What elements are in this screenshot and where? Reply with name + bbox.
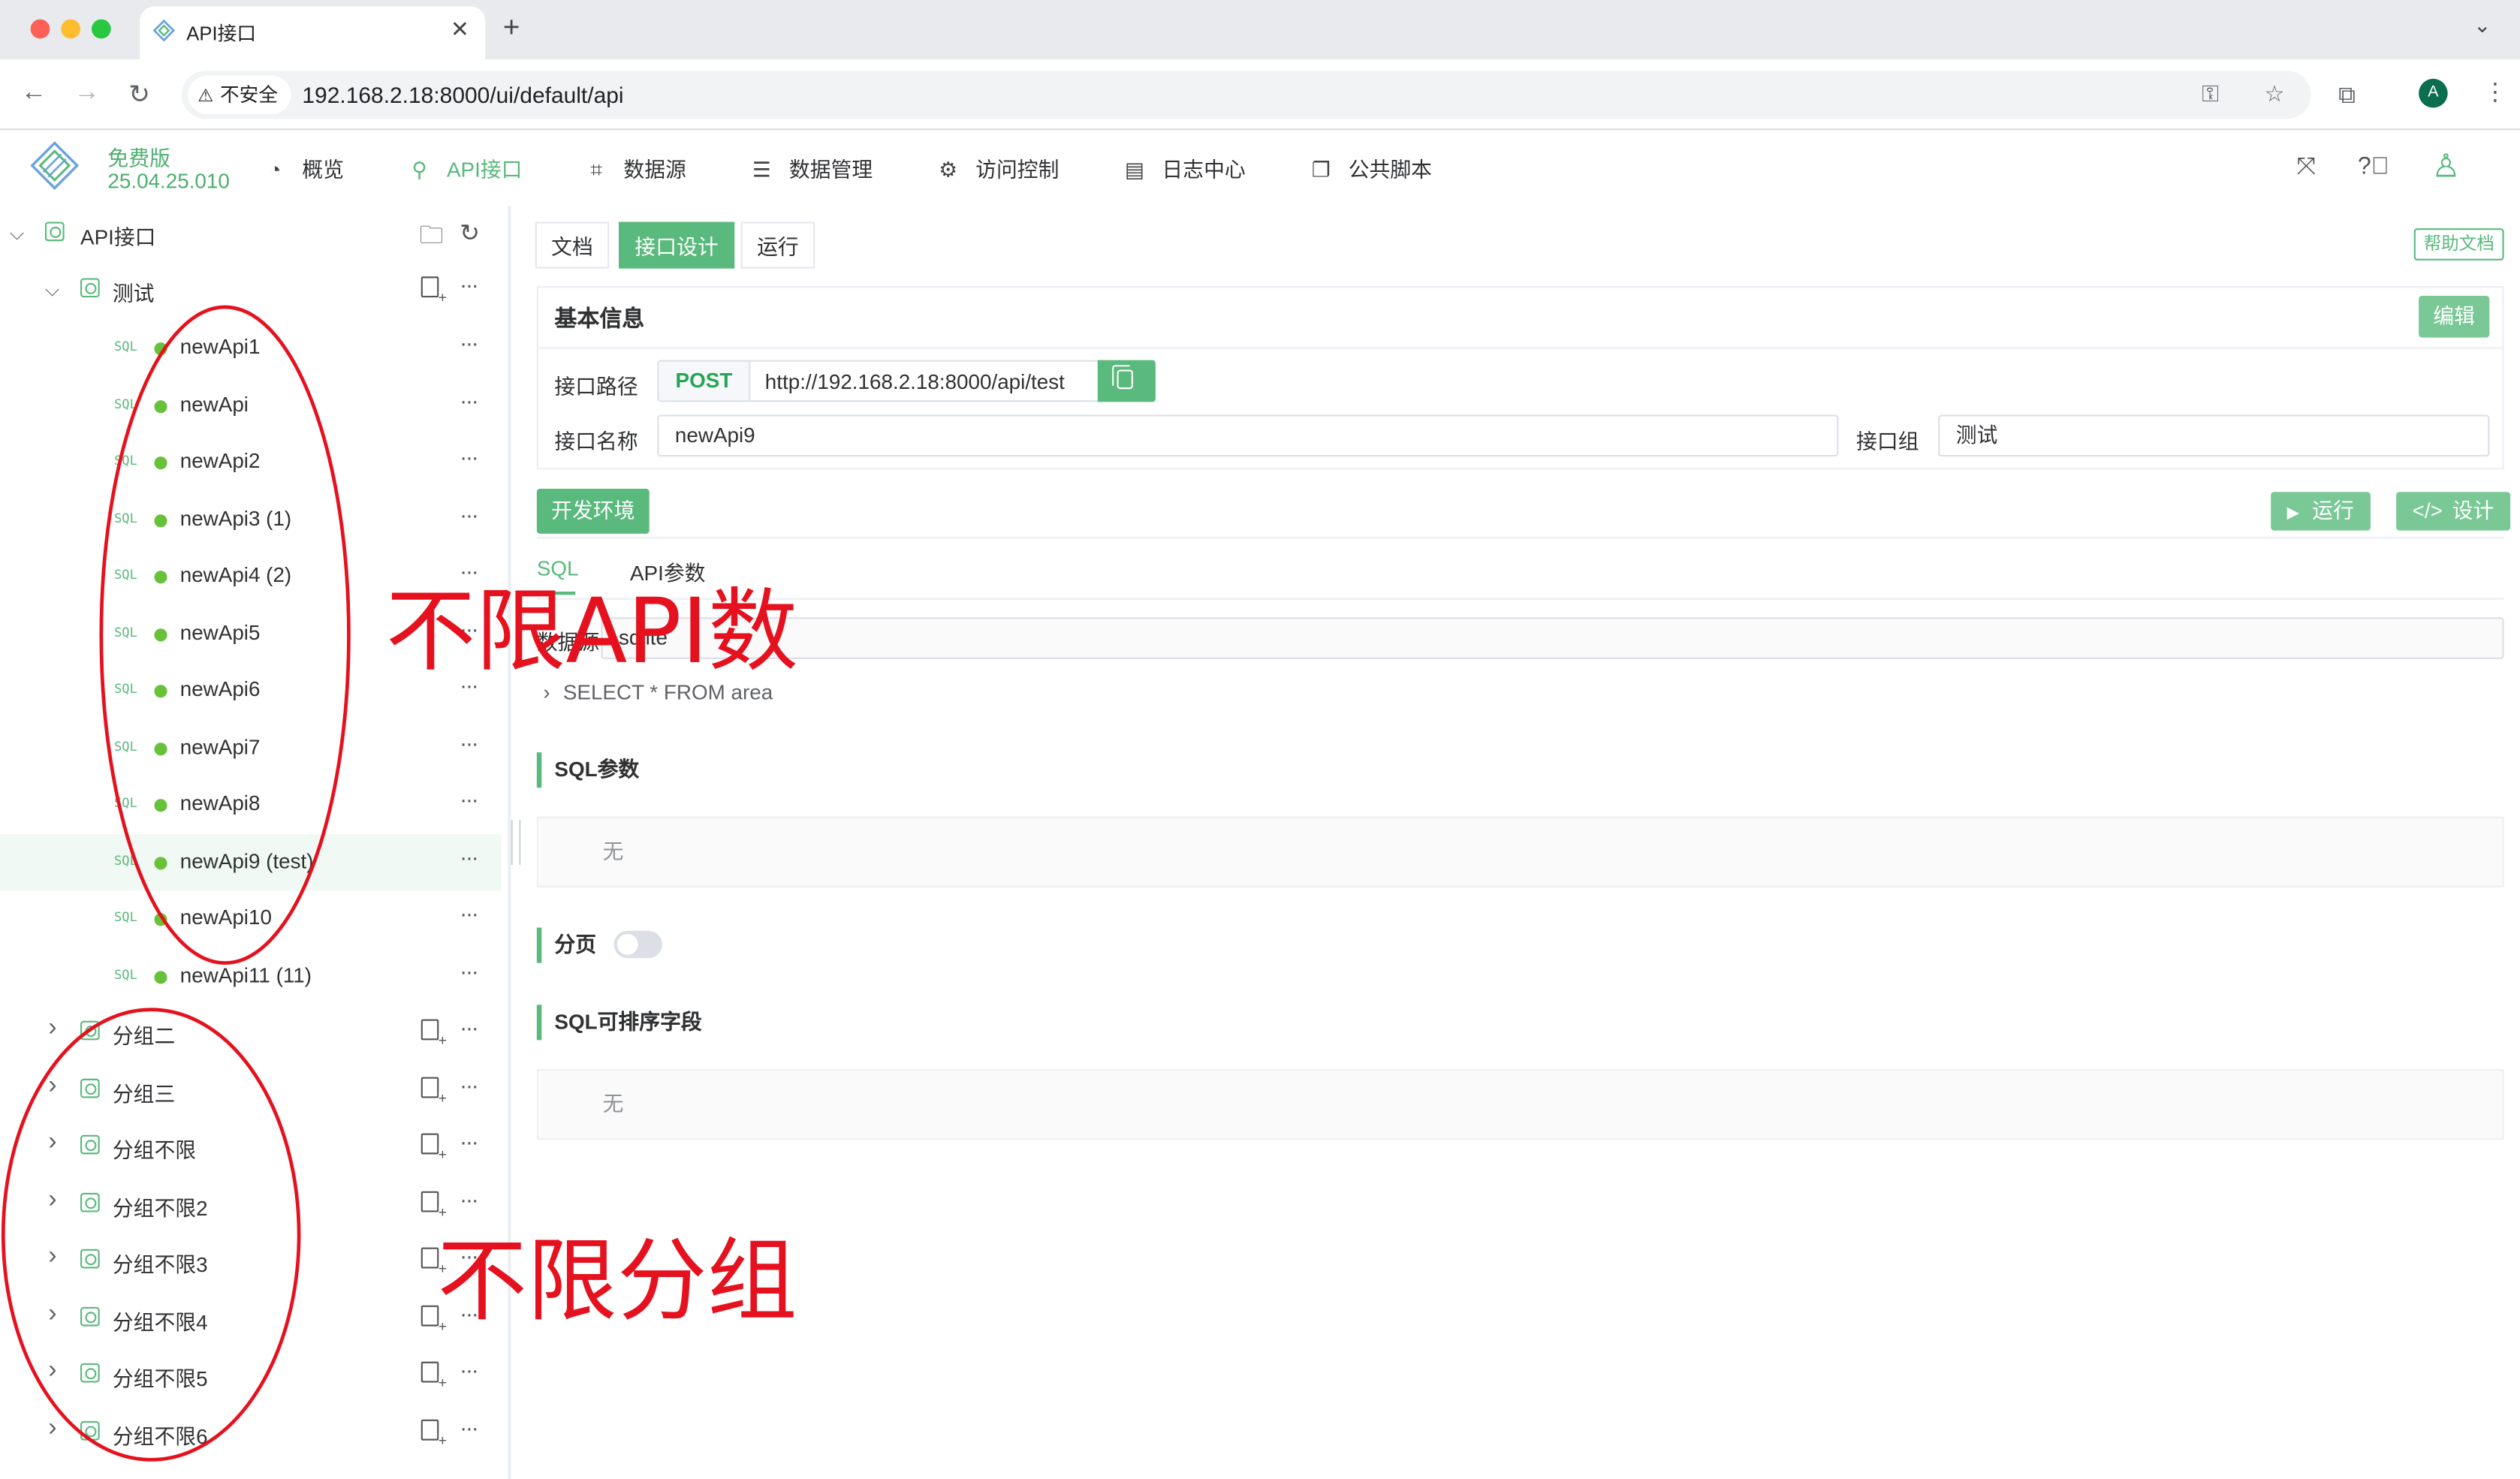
annotation-layer	[1, 305, 351, 1462]
annotation-ellipse-apis	[99, 305, 351, 965]
annotation-api-unlimited: 不限API数	[385, 580, 798, 685]
annotation-group-unlimited: 不限分组	[437, 1230, 797, 1335]
annotation-ellipse-groups	[1, 1008, 301, 1462]
